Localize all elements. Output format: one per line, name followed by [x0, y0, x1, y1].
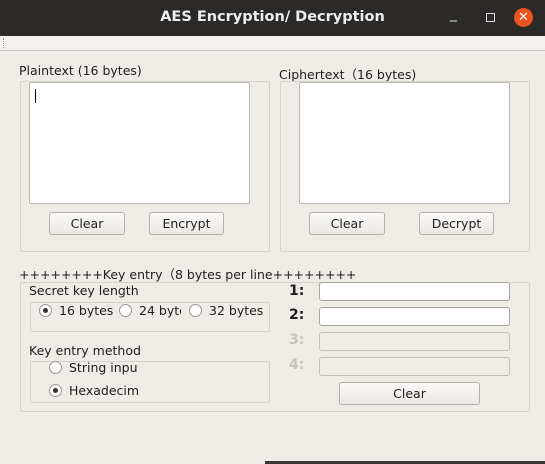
key-method-label: Key entry method [29, 343, 141, 358]
key-line-3-input [319, 332, 510, 351]
radio-16-bytes-label[interactable]: 16 bytes [59, 303, 113, 318]
key-clear-button[interactable]: Clear [339, 382, 480, 405]
radio-hexadecimal-label[interactable]: Hexadecimal [69, 383, 138, 398]
key-entry-label: ++++++++Key entry（8 bytes per line++++++… [19, 267, 357, 282]
ciphertext-output[interactable] [299, 82, 510, 204]
plaintext-input[interactable] [29, 82, 250, 204]
key-line-1-input[interactable] [319, 282, 510, 301]
radio-24-bytes-label[interactable]: 24 bytes [139, 303, 181, 318]
encrypt-button[interactable]: Encrypt [149, 212, 224, 235]
radio-32-bytes[interactable] [189, 304, 202, 317]
key-line-4-label: 4: [289, 357, 305, 373]
close-icon[interactable]: ✕ [514, 8, 533, 27]
radio-16-bytes[interactable] [39, 304, 52, 317]
key-line-2-input[interactable] [319, 307, 510, 326]
key-line-4-input [319, 357, 510, 376]
radio-string-input-label[interactable]: String input [69, 360, 138, 375]
minimize-icon[interactable]: _ [450, 6, 457, 22]
key-line-2-label: 2: [289, 307, 305, 323]
decrypt-button[interactable]: Decrypt [419, 212, 494, 235]
key-line-3-label: 3: [289, 332, 305, 348]
plaintext-clear-button[interactable]: Clear [49, 212, 125, 235]
maximize-icon[interactable] [486, 13, 495, 22]
key-line-1-label: 1: [289, 283, 305, 299]
text-cursor [35, 89, 36, 103]
window-title: AES Encryption/ Decryption [160, 9, 385, 25]
toolbar-grip-icon[interactable] [3, 38, 6, 48]
ciphertext-clear-button[interactable]: Clear [309, 212, 385, 235]
radio-string-input[interactable] [49, 361, 62, 374]
key-method-group [30, 361, 270, 403]
toolbar [0, 36, 545, 51]
radio-24-bytes[interactable] [119, 304, 132, 317]
plaintext-label: Plaintext (16 bytes) [19, 63, 142, 78]
radio-hexadecimal[interactable] [49, 384, 62, 397]
radio-32-bytes-label[interactable]: 32 bytes [209, 303, 263, 318]
key-length-label: Secret key length [29, 283, 139, 298]
